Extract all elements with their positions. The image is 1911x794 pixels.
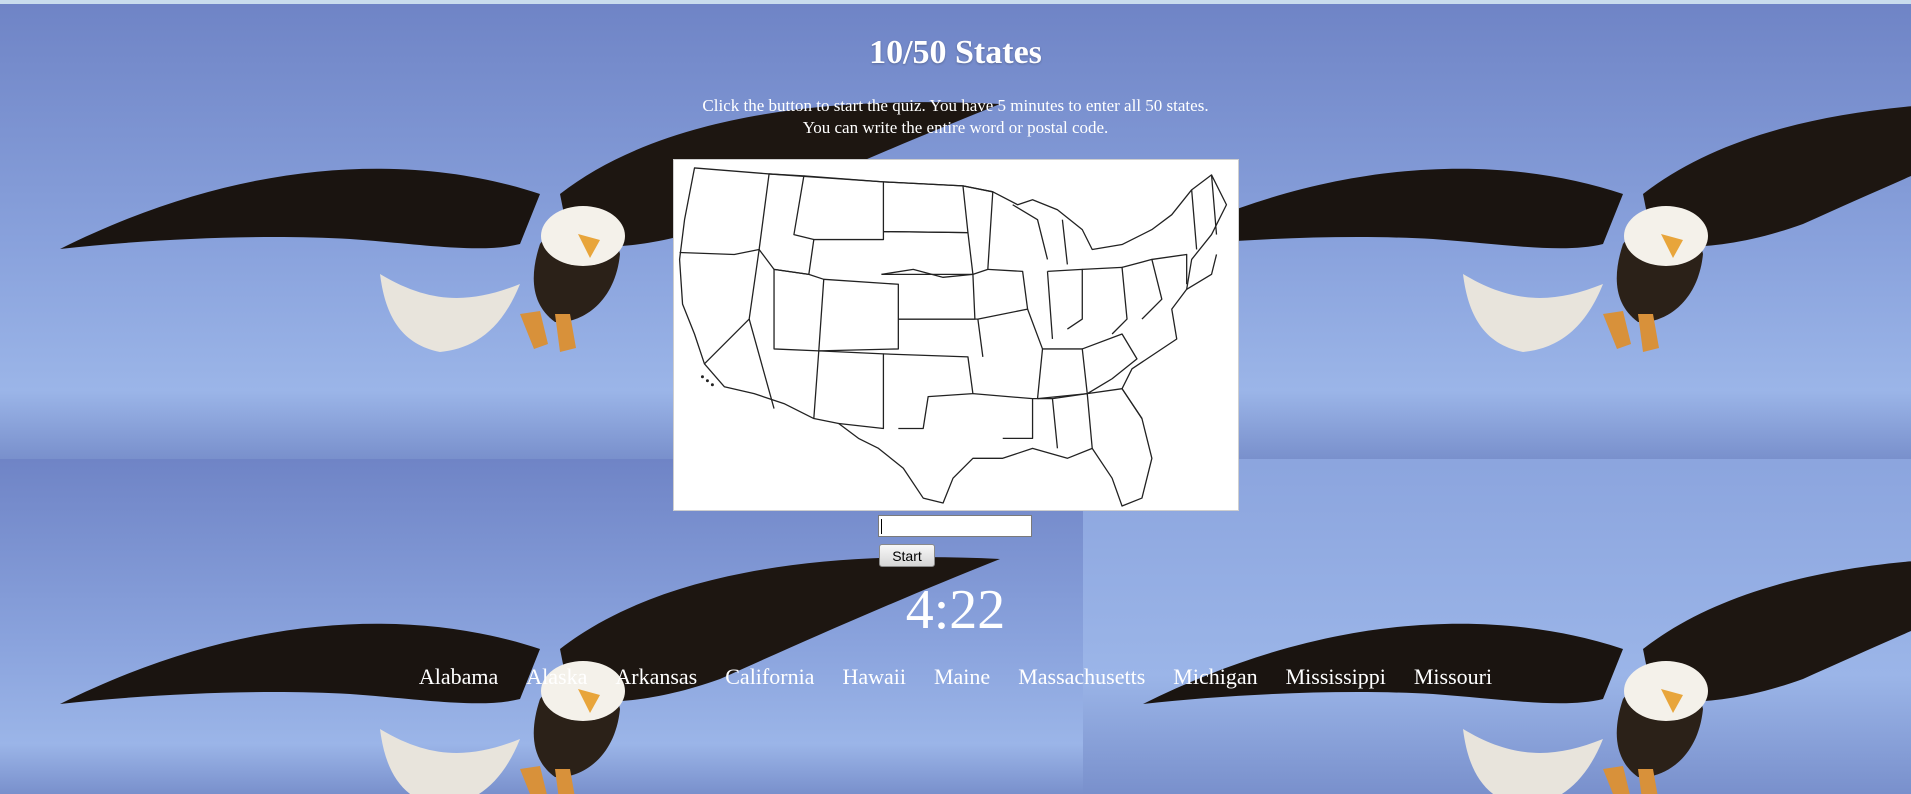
state-item: Michigan xyxy=(1173,664,1258,689)
state-item: Hawaii xyxy=(842,664,906,689)
quiz-container: 10/50 States Click the button to start t… xyxy=(0,4,1911,794)
found-states-list: Alabama Alaska Arkansas California Hawai… xyxy=(0,664,1911,690)
us-map xyxy=(673,159,1239,511)
state-item: California xyxy=(725,664,815,689)
state-item: Alaska xyxy=(526,664,588,689)
state-item: Massachusetts xyxy=(1018,664,1146,689)
state-item: Alabama xyxy=(418,664,499,689)
text-caret xyxy=(881,519,882,534)
state-answer-input[interactable] xyxy=(878,515,1032,537)
state-item: Mississippi xyxy=(1285,664,1386,689)
state-item: Maine xyxy=(933,664,991,689)
instruction-line-2: You can write the entire word or postal … xyxy=(802,118,1109,137)
countdown-timer: 4:22 xyxy=(905,579,1006,641)
state-item: Missouri xyxy=(1413,664,1493,689)
score-title: 10/50 States xyxy=(869,34,1042,71)
state-item: Arkansas xyxy=(615,664,698,689)
instruction-line-1: Click the button to start the quiz. You … xyxy=(702,96,1209,115)
us-map-icon xyxy=(678,167,1228,507)
start-button[interactable]: Start xyxy=(879,544,935,567)
